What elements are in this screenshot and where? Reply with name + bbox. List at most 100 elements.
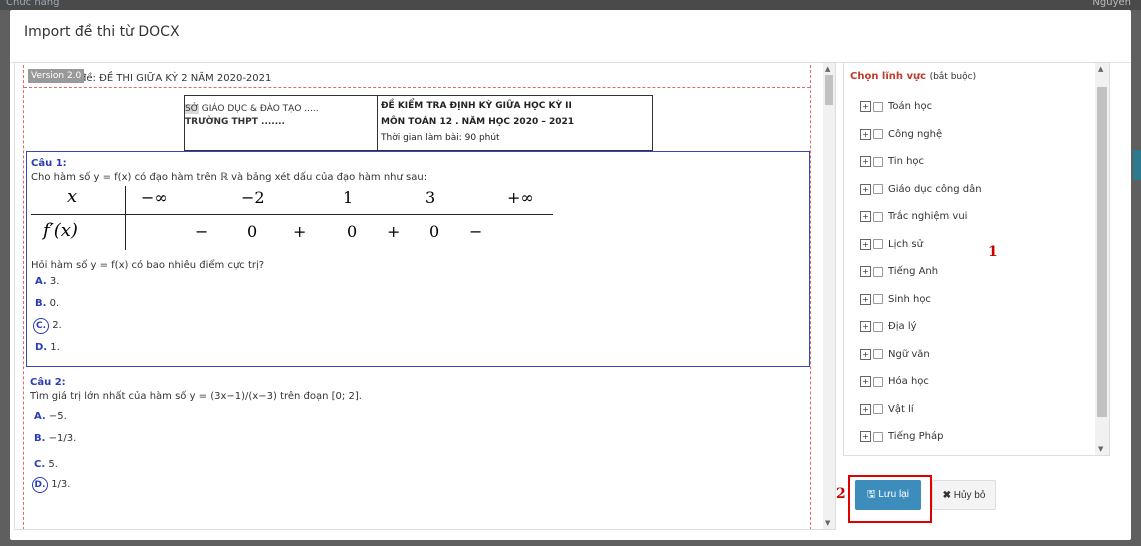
field-item-label: Trắc nghiệm vui	[888, 211, 968, 223]
annotation-1: 1	[988, 244, 998, 260]
field-item-label: Giáo dục công dân	[888, 183, 982, 195]
sign-fx-val: +	[293, 222, 307, 241]
question-1-prompt: Hỏi hàm số y = f(x) có bao nhiêu điểm cự…	[31, 260, 265, 271]
expand-plus-icon[interactable]: +	[860, 128, 871, 140]
background-user-text: Nguyễn	[1092, 0, 1131, 8]
document-scroll-thumb[interactable]	[825, 75, 833, 105]
field-item[interactable]: + Vật lí	[860, 396, 982, 424]
answer-option[interactable]: A. −5.	[34, 411, 67, 422]
version-badge: Version 2.0	[28, 69, 85, 83]
answer-option[interactable]: A. 3.	[35, 276, 59, 287]
header-left-cell: SỞ GIÁO DỤC & ĐÀO TẠO ..... TRƯỜNG THPT …	[185, 104, 319, 127]
expand-plus-icon[interactable]: +	[860, 431, 871, 443]
field-checkbox[interactable]	[873, 211, 883, 222]
sign-fx-val: −	[195, 222, 209, 241]
answer-key: C.	[34, 459, 46, 470]
answer-option[interactable]: B. −1/3.	[34, 433, 76, 444]
expand-plus-icon[interactable]: +	[860, 183, 871, 195]
field-item[interactable]: + Tin học	[860, 148, 982, 176]
field-checkbox[interactable]	[873, 184, 883, 195]
expand-plus-icon[interactable]: +	[860, 266, 871, 278]
field-item[interactable]: + Địa lý	[860, 313, 982, 341]
page-top-border	[24, 87, 810, 88]
field-checkbox[interactable]	[873, 156, 883, 167]
field-scroll-thumb[interactable]	[1097, 87, 1107, 417]
expand-plus-icon[interactable]: +	[860, 376, 871, 388]
answer-option-correct[interactable]: C. 2.	[33, 318, 62, 334]
document-scrollbar[interactable]: ▲ ▼	[823, 63, 835, 529]
sign-fx-val: +	[387, 222, 401, 241]
save-button[interactable]: 🖫 Lưu lại	[855, 480, 921, 510]
scroll-down-icon[interactable]: ▼	[825, 519, 830, 527]
header-divider	[377, 96, 378, 150]
field-checkbox[interactable]	[873, 239, 883, 250]
question-2-label: Câu 2:	[30, 377, 66, 388]
field-item-label: Hóa học	[888, 376, 929, 388]
question-1-block: Câu 1: Cho hàm số y = f(x) có đạo hàm tr…	[26, 151, 810, 367]
annotation-2: 2	[836, 486, 846, 502]
answer-key: A.	[35, 276, 47, 287]
field-item-label: Toán học	[888, 101, 933, 113]
expand-plus-icon[interactable]: +	[860, 211, 871, 223]
answer-option[interactable]: D. 1.	[35, 342, 60, 353]
background-side-tab	[1133, 150, 1141, 180]
field-item[interactable]: + Ngữ văn	[860, 341, 982, 369]
field-item[interactable]: + Công nghệ	[860, 121, 982, 149]
field-item[interactable]: + Toán học	[860, 93, 982, 121]
field-checkbox[interactable]	[873, 294, 883, 305]
field-item[interactable]: + Tiếng Pháp	[860, 423, 982, 451]
save-label: Lưu lại	[878, 488, 909, 500]
expand-plus-icon[interactable]: +	[860, 348, 871, 360]
field-item-label: Tin học	[888, 156, 925, 168]
school-name: TRƯỜNG THPT .......	[185, 117, 285, 127]
field-checkbox[interactable]	[873, 101, 883, 112]
exam-title: ĐỀ KIỂM TRA ĐỊNH KỲ GIỮA HỌC KỲ II	[381, 101, 572, 111]
sign-table: x −∞ −2 1 3 +∞ f′(x) − 0 + 0 + 0 −	[31, 186, 553, 250]
field-item[interactable]: + Sinh học	[860, 286, 982, 314]
sign-fx-val: −	[469, 222, 483, 241]
field-checkbox[interactable]	[873, 266, 883, 277]
expand-plus-icon[interactable]: +	[860, 238, 871, 250]
field-scrollbar[interactable]: ▲ ▼	[1095, 63, 1109, 455]
field-item[interactable]: + Trắc nghiệm vui	[860, 203, 982, 231]
sign-x-val: 1	[343, 188, 354, 207]
document-preview-panel[interactable]: Version 2.0 Tên bộ đề: ĐỀ THI GIỮA KỲ 2 …	[14, 62, 836, 530]
cancel-button[interactable]: ✖ Hủy bỏ	[932, 480, 996, 510]
sign-table-vline	[125, 186, 126, 250]
field-item[interactable]: + Lịch sử	[860, 231, 982, 259]
field-tree: + Toán học + Công nghệ + Tin học + Giáo dục côn…	[860, 93, 982, 451]
scroll-up-icon[interactable]: ▲	[1098, 65, 1103, 73]
field-selection-title: Chọn lĩnh vực (bắt buộc)	[850, 71, 976, 82]
field-item[interactable]: + Hóa học	[860, 368, 982, 396]
field-checkbox[interactable]	[873, 349, 883, 360]
question-1-label: Câu 1:	[31, 158, 67, 169]
answer-option[interactable]: C. 5.	[34, 459, 58, 470]
field-checkbox[interactable]	[873, 404, 883, 415]
field-item-label: Công nghệ	[888, 128, 943, 140]
field-checkbox[interactable]	[873, 431, 883, 442]
field-item[interactable]: + Tiếng Anh	[860, 258, 982, 286]
expand-plus-icon[interactable]: +	[860, 293, 871, 305]
field-item[interactable]: + Giáo dục công dân	[860, 176, 982, 204]
dept-name: GIÁO DỤC & ĐÀO TẠO .....	[198, 104, 319, 114]
field-checkbox[interactable]	[873, 376, 883, 387]
answer-key: A.	[34, 411, 46, 422]
answer-value: 5.	[48, 459, 58, 470]
sign-x-head: x	[67, 186, 78, 207]
scroll-down-icon[interactable]: ▼	[1098, 445, 1103, 453]
sign-table-hline	[31, 214, 553, 215]
x-icon: ✖	[942, 489, 951, 501]
field-checkbox[interactable]	[873, 321, 883, 332]
answer-value: 3.	[49, 276, 60, 287]
expand-plus-icon[interactable]: +	[860, 403, 871, 415]
expand-plus-icon[interactable]: +	[860, 156, 871, 168]
field-item-label: Tiếng Anh	[888, 266, 939, 278]
answer-value: −1/3.	[48, 433, 77, 444]
answer-value: −5.	[48, 411, 67, 422]
field-checkbox[interactable]	[873, 129, 883, 140]
answer-option-correct[interactable]: D. 1/3.	[32, 477, 70, 493]
answer-option[interactable]: B. 0.	[35, 298, 59, 309]
scroll-up-icon[interactable]: ▲	[825, 65, 830, 73]
expand-plus-icon[interactable]: +	[860, 321, 871, 333]
expand-plus-icon[interactable]: +	[860, 101, 871, 113]
